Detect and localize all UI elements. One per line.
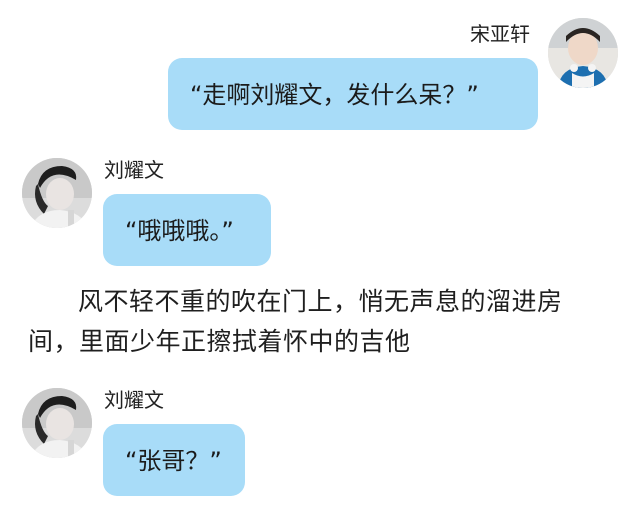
- sender-name-liuyaowen-2: 刘耀文: [104, 388, 164, 412]
- message-bubble-2[interactable]: “哦哦哦。”: [103, 194, 271, 266]
- avatar-liuyaowen-icon[interactable]: [22, 158, 92, 228]
- narration-text: 风不轻不重的吹在门上，悄无声息的溜进房间，里面少年正擦拭着怀中的吉他: [28, 287, 563, 356]
- avatar-liuyaowen-icon[interactable]: [22, 388, 92, 458]
- sender-name-liuyaowen-1: 刘耀文: [104, 158, 164, 182]
- sender-name-songyaxuan: 宋亚轩: [470, 22, 530, 46]
- message-bubble-1[interactable]: “走啊刘耀文，发什么呆？”: [168, 58, 538, 130]
- message-bubble-3[interactable]: “张哥？”: [103, 424, 245, 496]
- avatar-songyaxuan-icon[interactable]: [548, 18, 618, 88]
